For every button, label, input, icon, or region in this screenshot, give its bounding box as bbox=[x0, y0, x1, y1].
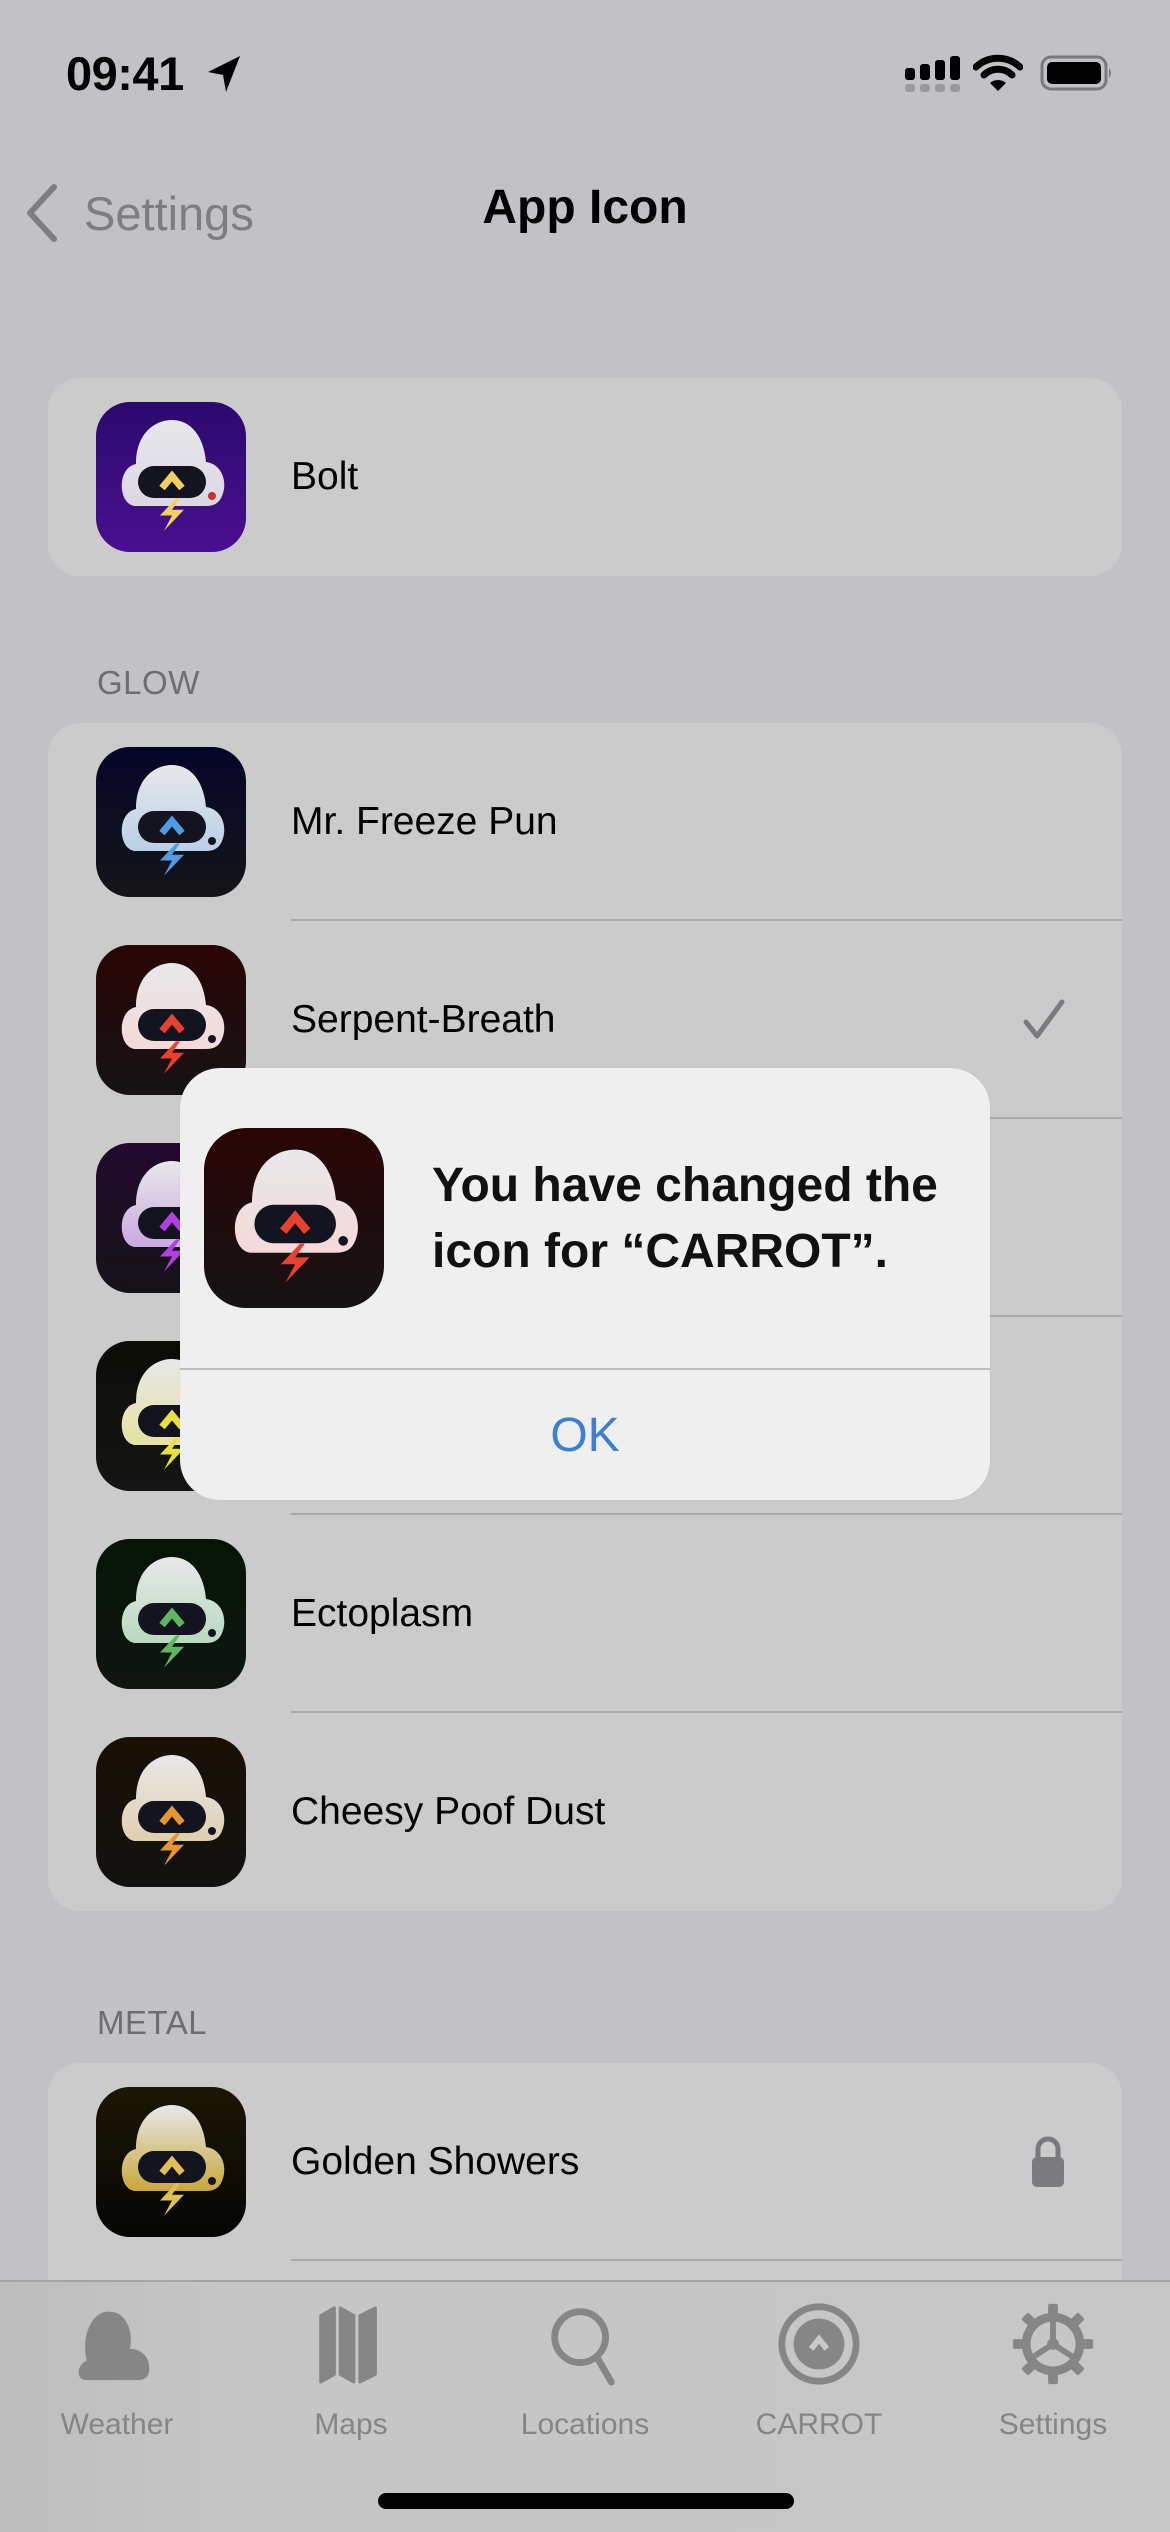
icon-option-label: Cheesy Poof Dust bbox=[291, 1790, 606, 1833]
icon-changed-alert: You have changed the icon for “CARROT”. … bbox=[180, 1068, 990, 1500]
icon-option-label: Serpent-Breath bbox=[291, 998, 556, 1041]
navigation-bar: Settings App Icon bbox=[0, 160, 1170, 260]
checkmark-icon bbox=[1023, 999, 1065, 1039]
home-indicator[interactable] bbox=[378, 2493, 794, 2509]
app-icon-bolt bbox=[96, 402, 246, 552]
app-icon-cheesy-poof-dust bbox=[96, 1737, 246, 1887]
search-icon bbox=[551, 2308, 615, 2386]
icon-option-row[interactable]: Golden Showers bbox=[48, 2063, 1122, 2261]
icon-option-label: Bolt bbox=[291, 455, 359, 498]
tab-label: Weather bbox=[60, 2408, 174, 2441]
tab-label: Maps bbox=[314, 2408, 388, 2441]
map-icon bbox=[319, 2306, 377, 2384]
icon-option-label: Mr. Freeze Pun bbox=[291, 800, 558, 843]
app-icon-mr-freeze-pun bbox=[96, 747, 246, 897]
icon-option-row[interactable]: Mr. Freeze Pun bbox=[48, 723, 1122, 921]
alert-message: You have changed the icon for “CARROT”. bbox=[432, 1159, 938, 1278]
wifi-icon bbox=[973, 54, 1023, 91]
page-title: App Icon bbox=[482, 181, 688, 234]
carrot-logo-icon bbox=[778, 2303, 860, 2385]
status-time: 09:41 bbox=[66, 47, 184, 100]
gear-icon bbox=[1012, 2303, 1094, 2385]
lock-icon bbox=[1032, 2136, 1064, 2187]
app-icon-alert-serpent-breath bbox=[204, 1128, 384, 1308]
icon-option-row[interactable]: Cheesy Poof Dust bbox=[48, 1713, 1122, 1911]
tab-carrot[interactable]: CARROT bbox=[702, 2292, 936, 2442]
battery-icon bbox=[1040, 55, 1111, 91]
section-header-glow: GLOW bbox=[97, 664, 200, 701]
tab-maps[interactable]: Maps bbox=[234, 2292, 468, 2442]
icon-option-label: Golden Showers bbox=[291, 2140, 580, 2183]
icon-option-label: Ectoplasm bbox=[291, 1592, 474, 1635]
icon-option-row[interactable]: Ectoplasm bbox=[48, 1515, 1122, 1713]
tab-settings[interactable]: Settings bbox=[936, 2292, 1170, 2442]
tab-label: Settings bbox=[998, 2408, 1108, 2441]
tab-locations[interactable]: Locations bbox=[468, 2292, 702, 2442]
cellular-signal-icon bbox=[905, 56, 960, 92]
location-arrow-icon bbox=[208, 56, 240, 92]
section-header-metal: METAL bbox=[97, 2004, 208, 2041]
icon-list-default: Bolt bbox=[48, 378, 1122, 576]
row-divider bbox=[291, 2259, 1122, 2261]
alert-ok-button[interactable]: OK bbox=[180, 1370, 990, 1500]
weather-cloud-icon bbox=[78, 2311, 150, 2381]
app-icon-golden-showers bbox=[96, 2087, 246, 2237]
app-icon-ectoplasm bbox=[96, 1539, 246, 1689]
status-bar: 09:41 bbox=[0, 0, 1170, 150]
tab-weather[interactable]: Weather bbox=[0, 2292, 234, 2442]
icon-option-row[interactable]: Bolt bbox=[48, 378, 1122, 576]
tab-label: CARROT bbox=[755, 2408, 883, 2441]
tab-label: Locations bbox=[520, 2408, 650, 2441]
